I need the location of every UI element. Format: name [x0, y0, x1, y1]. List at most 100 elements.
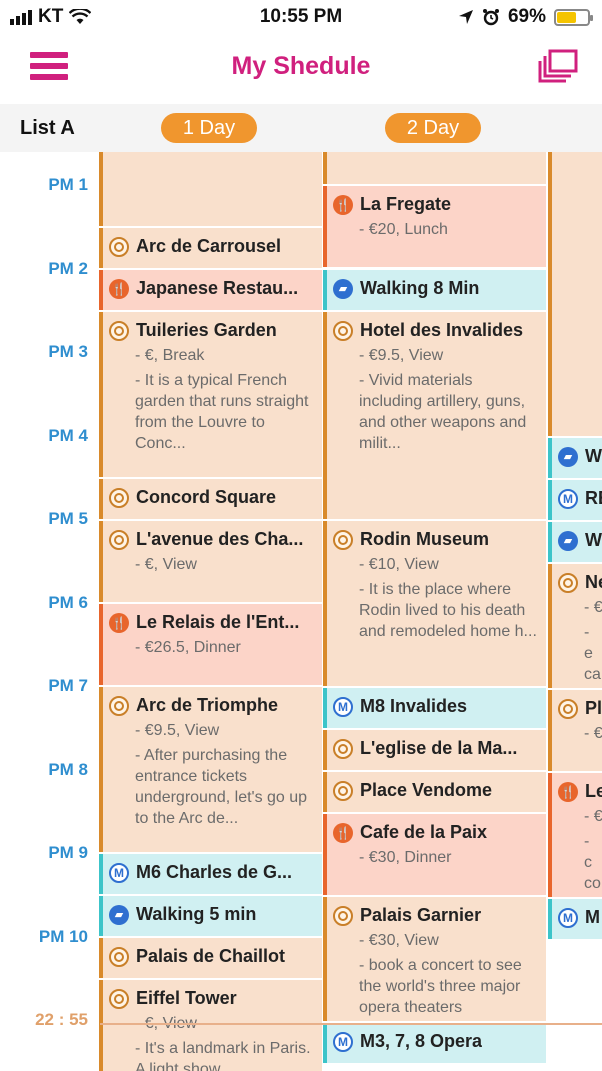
hour-label: PM 5	[48, 509, 88, 528]
schedule-item[interactable]: Hotel des Invalides - €9.5, View - Vivid…	[323, 312, 546, 519]
schedule-item[interactable]: L'eglise de la Ma...	[323, 730, 546, 770]
schedule-item[interactable]: L'avenue des Cha... - €, View	[99, 521, 322, 602]
item-description: - book a concert to see the world's thre…	[359, 957, 522, 1016]
schedule-item[interactable]: ▰ Walking 8 Min	[323, 270, 546, 310]
schedule-item[interactable]: M M3, 7, 8 Opera	[323, 1023, 546, 1063]
sightseeing-icon	[109, 988, 129, 1009]
item-title: M6 Charles de G...	[136, 862, 293, 882]
schedule-item[interactable]: 🍴 Japanese Restau...	[99, 270, 322, 310]
item-title: La Fregate	[360, 194, 452, 214]
item-title: L'avenue des Cha...	[136, 529, 304, 549]
sightseeing-icon	[333, 529, 353, 550]
walking-icon: ▰	[333, 278, 353, 299]
sightseeing-icon	[333, 738, 353, 759]
schedule-item[interactable]: M RE	[548, 480, 602, 520]
schedule-item[interactable]: ▰ W	[548, 522, 602, 562]
free-time-block	[99, 152, 322, 226]
item-title: M8 Invalides	[360, 696, 468, 716]
list-label: List A	[20, 117, 75, 139]
page-title: My Shedule	[231, 52, 371, 80]
item-price: - €	[584, 599, 602, 616]
schedule-item[interactable]: Arc de Triomphe - €9.5, View - After pur…	[99, 687, 322, 852]
sightseeing-icon	[109, 320, 129, 341]
hour-label: PM 1	[48, 175, 88, 194]
schedule-item[interactable]: Rodin Museum - €10, View - It is the pla…	[323, 521, 546, 686]
item-price: - €, View	[135, 1015, 197, 1032]
item-price: - €30, View	[359, 932, 439, 949]
item-title: Ne	[585, 572, 602, 592]
item-price: - €9.5, View	[359, 347, 444, 364]
hour-label: PM 10	[38, 927, 88, 946]
schedule-timeline[interactable]: PM 1 PM 2 PM 3 PM 4 PM 5 PM 6 PM 7 PM 8 …	[0, 152, 602, 1071]
item-title: W	[585, 446, 602, 466]
item-price: - €	[584, 725, 602, 742]
item-price: - €, Break	[135, 347, 205, 364]
item-price: - €	[584, 808, 602, 825]
item-title: Walking 8 Min	[360, 278, 480, 298]
schedule-item[interactable]: Palais Garnier - €30, View - book a conc…	[323, 897, 546, 1021]
schedule-item[interactable]: M M6 Charles de G...	[99, 854, 322, 894]
schedule-item[interactable]: Palais de Chaillot	[99, 938, 322, 978]
item-title: RE	[585, 488, 602, 508]
nav-bar: My Shedule	[0, 34, 602, 104]
free-time-block	[323, 152, 546, 184]
schedule-item[interactable]: ▰ Walking 5 min	[99, 896, 322, 936]
day-3-column: ▰W M RE ▰W Ne - € - e ca en to Pl - € 🍴Le…	[548, 152, 602, 1071]
item-title: Arc de Carrousel	[136, 236, 282, 256]
schedule-item[interactable]: 🍴 Le Relais de l'Ent... - €26.5, Dinner	[99, 604, 322, 685]
status-right: 69%	[458, 6, 593, 28]
schedule-item[interactable]: 🍴 Le - € - c co	[548, 773, 602, 897]
schedule-item[interactable]: 🍴 Cafe de la Paix - €30, Dinner	[323, 814, 546, 895]
schedule-item[interactable]: Eiffel Tower - €, View - It's a landmark…	[99, 980, 322, 1071]
hour-label: PM 2	[48, 259, 88, 278]
item-title: Le Relais de l'Ent...	[136, 612, 300, 632]
sightseeing-icon	[333, 320, 353, 341]
item-title: Tuileries Garden	[136, 320, 277, 340]
schedule-item[interactable]: MM	[548, 899, 602, 939]
location-arrow-icon	[458, 10, 473, 24]
day-1-column: Arc de Carrousel 🍴 Japanese Restau... Tui…	[99, 152, 322, 1071]
item-title: Arc de Triomphe	[136, 695, 279, 715]
sightseeing-icon	[558, 698, 578, 719]
free-time-block	[548, 152, 602, 436]
hamburger-menu-icon[interactable]	[30, 52, 68, 84]
item-title: Walking 5 min	[136, 904, 257, 924]
schedule-item[interactable]: Tuileries Garden - €, Break - It is a ty…	[99, 312, 322, 477]
schedule-item[interactable]: Place Vendome	[323, 772, 546, 812]
item-description: - It is the place where Rodin lived to h…	[359, 581, 537, 640]
item-title: Pl	[585, 698, 602, 718]
sightseeing-icon	[558, 572, 578, 593]
sightseeing-icon	[109, 236, 129, 257]
schedule-item[interactable]: Arc de Carrousel	[99, 228, 322, 268]
restaurant-icon: 🍴	[333, 194, 353, 215]
item-title: M	[585, 907, 600, 927]
battery-fill	[557, 11, 576, 23]
hour-label: PM 7	[48, 676, 88, 695]
metro-icon: M	[333, 696, 353, 717]
item-description: - It is a typical French garden that run…	[135, 372, 309, 452]
item-title: Cafe de la Paix	[360, 822, 488, 842]
tab-day-1[interactable]: 1 Day	[161, 113, 257, 143]
schedule-item[interactable]: Ne - € - e ca en to	[548, 564, 602, 688]
schedule-item[interactable]: ▰ W	[548, 438, 602, 478]
item-title: Le	[585, 781, 602, 801]
item-title: Concord Square	[136, 487, 277, 507]
item-title: Place Vendome	[360, 780, 493, 800]
schedule-item[interactable]: Pl - €	[548, 690, 602, 771]
schedule-item[interactable]: Concord Square	[99, 479, 322, 519]
hour-label: PM 8	[48, 760, 88, 779]
schedule-item[interactable]: M M8 Invalides	[323, 688, 546, 728]
item-price: - €26.5, Dinner	[135, 639, 241, 656]
metro-icon: M	[558, 488, 578, 509]
metro-icon: M	[109, 862, 129, 883]
walking-icon: ▰	[109, 904, 129, 925]
schedule-item[interactable]: 🍴 La Fregate - €20, Lunch	[323, 186, 546, 267]
item-title: W	[585, 530, 602, 550]
restaurant-icon: 🍴	[333, 822, 353, 843]
hour-label: PM 4	[48, 426, 88, 445]
metro-icon: M	[558, 907, 578, 928]
copy-layers-icon[interactable]	[536, 48, 580, 86]
tab-day-2[interactable]: 2 Day	[385, 113, 481, 143]
current-time-label: 22 : 55	[35, 1010, 88, 1029]
item-price: - €10, View	[359, 556, 439, 573]
